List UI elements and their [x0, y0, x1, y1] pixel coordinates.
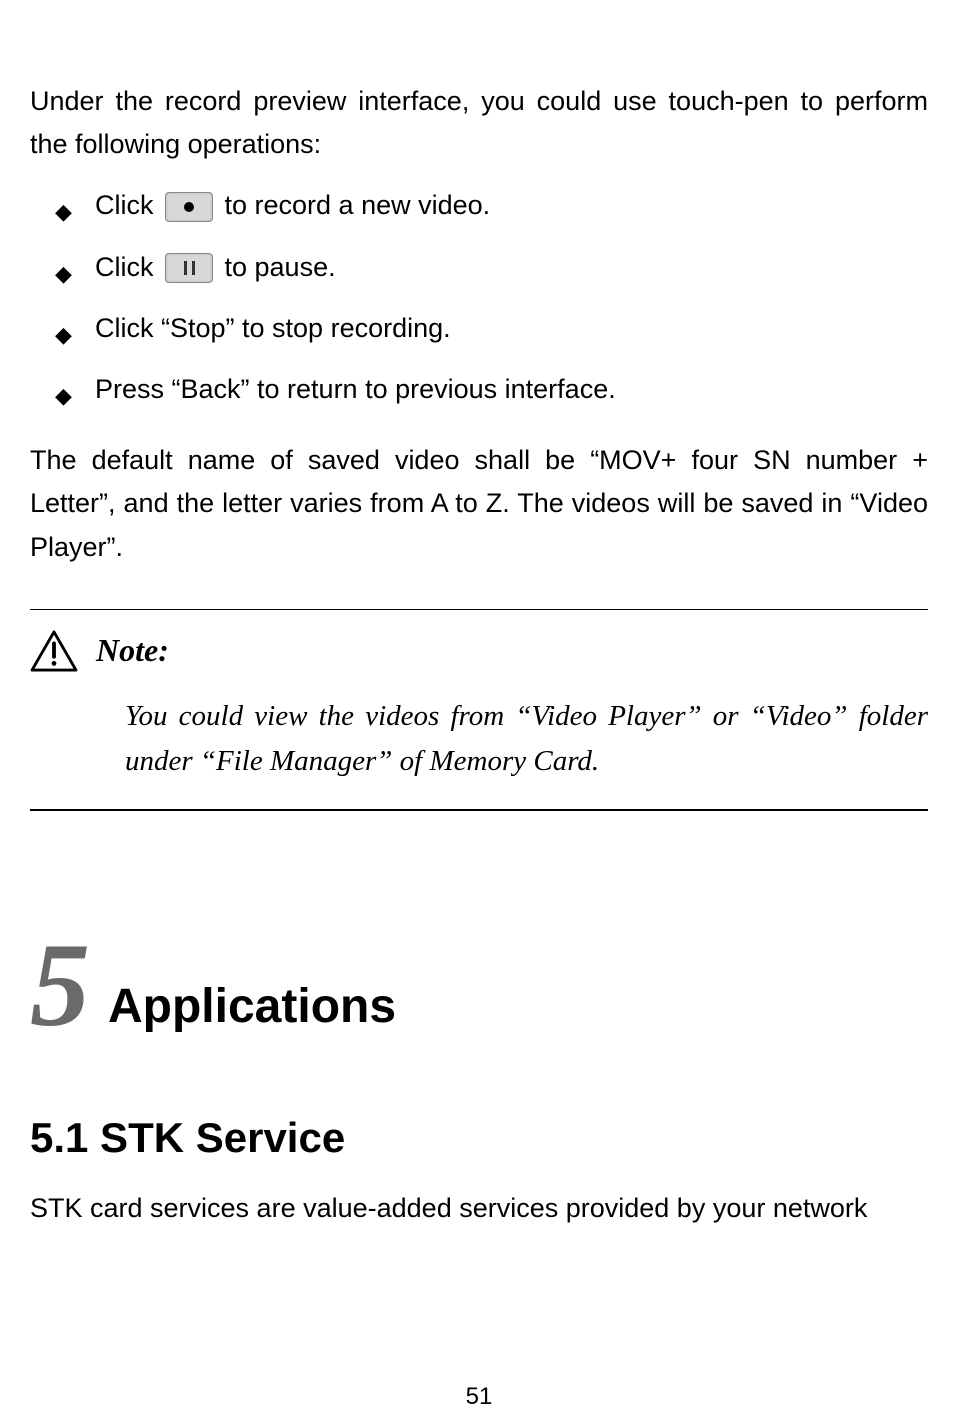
- page-number: 51: [466, 1383, 493, 1411]
- operations-list: ◆ Click to record a new video. ◆ Click t…: [30, 184, 928, 411]
- section-body: STK card services are value-added servic…: [30, 1187, 928, 1230]
- list-text: Press “Back” to return to previous inter…: [95, 374, 616, 404]
- note-body: You could view the videos from “Video Pl…: [30, 694, 928, 784]
- list-text-prefix: Click: [95, 190, 161, 220]
- note-label: Note:: [96, 632, 169, 669]
- note-section: Note: You could view the videos from “Vi…: [30, 609, 928, 811]
- list-item: ◆ Press “Back” to return to previous int…: [95, 368, 928, 411]
- list-text-prefix: Click: [95, 252, 161, 282]
- list-text-suffix: to record a new video.: [217, 190, 490, 220]
- note-header: Note:: [30, 630, 928, 672]
- list-item: ◆ Click to record a new video.: [95, 184, 928, 227]
- bullet-diamond-icon: ◆: [55, 194, 72, 229]
- chapter-header: 5 Applications: [30, 931, 928, 1039]
- intro-paragraph: Under the record preview interface, you …: [30, 80, 928, 166]
- list-item: ◆ Click to pause.: [95, 246, 928, 289]
- list-text: Click “Stop” to stop recording.: [95, 313, 451, 343]
- warning-icon: [30, 630, 78, 672]
- list-text-suffix: to pause.: [217, 252, 336, 282]
- list-item: ◆ Click “Stop” to stop recording.: [95, 307, 928, 350]
- chapter-number: 5: [30, 931, 90, 1039]
- record-icon: [165, 192, 213, 222]
- pause-icon: [165, 253, 213, 283]
- bullet-diamond-icon: ◆: [55, 317, 72, 352]
- body-paragraph: The default name of saved video shall be…: [30, 439, 928, 569]
- chapter-title: Applications: [108, 979, 396, 1039]
- bullet-diamond-icon: ◆: [55, 378, 72, 413]
- section-heading: 5.1 STK Service: [30, 1114, 928, 1162]
- bullet-diamond-icon: ◆: [55, 256, 72, 291]
